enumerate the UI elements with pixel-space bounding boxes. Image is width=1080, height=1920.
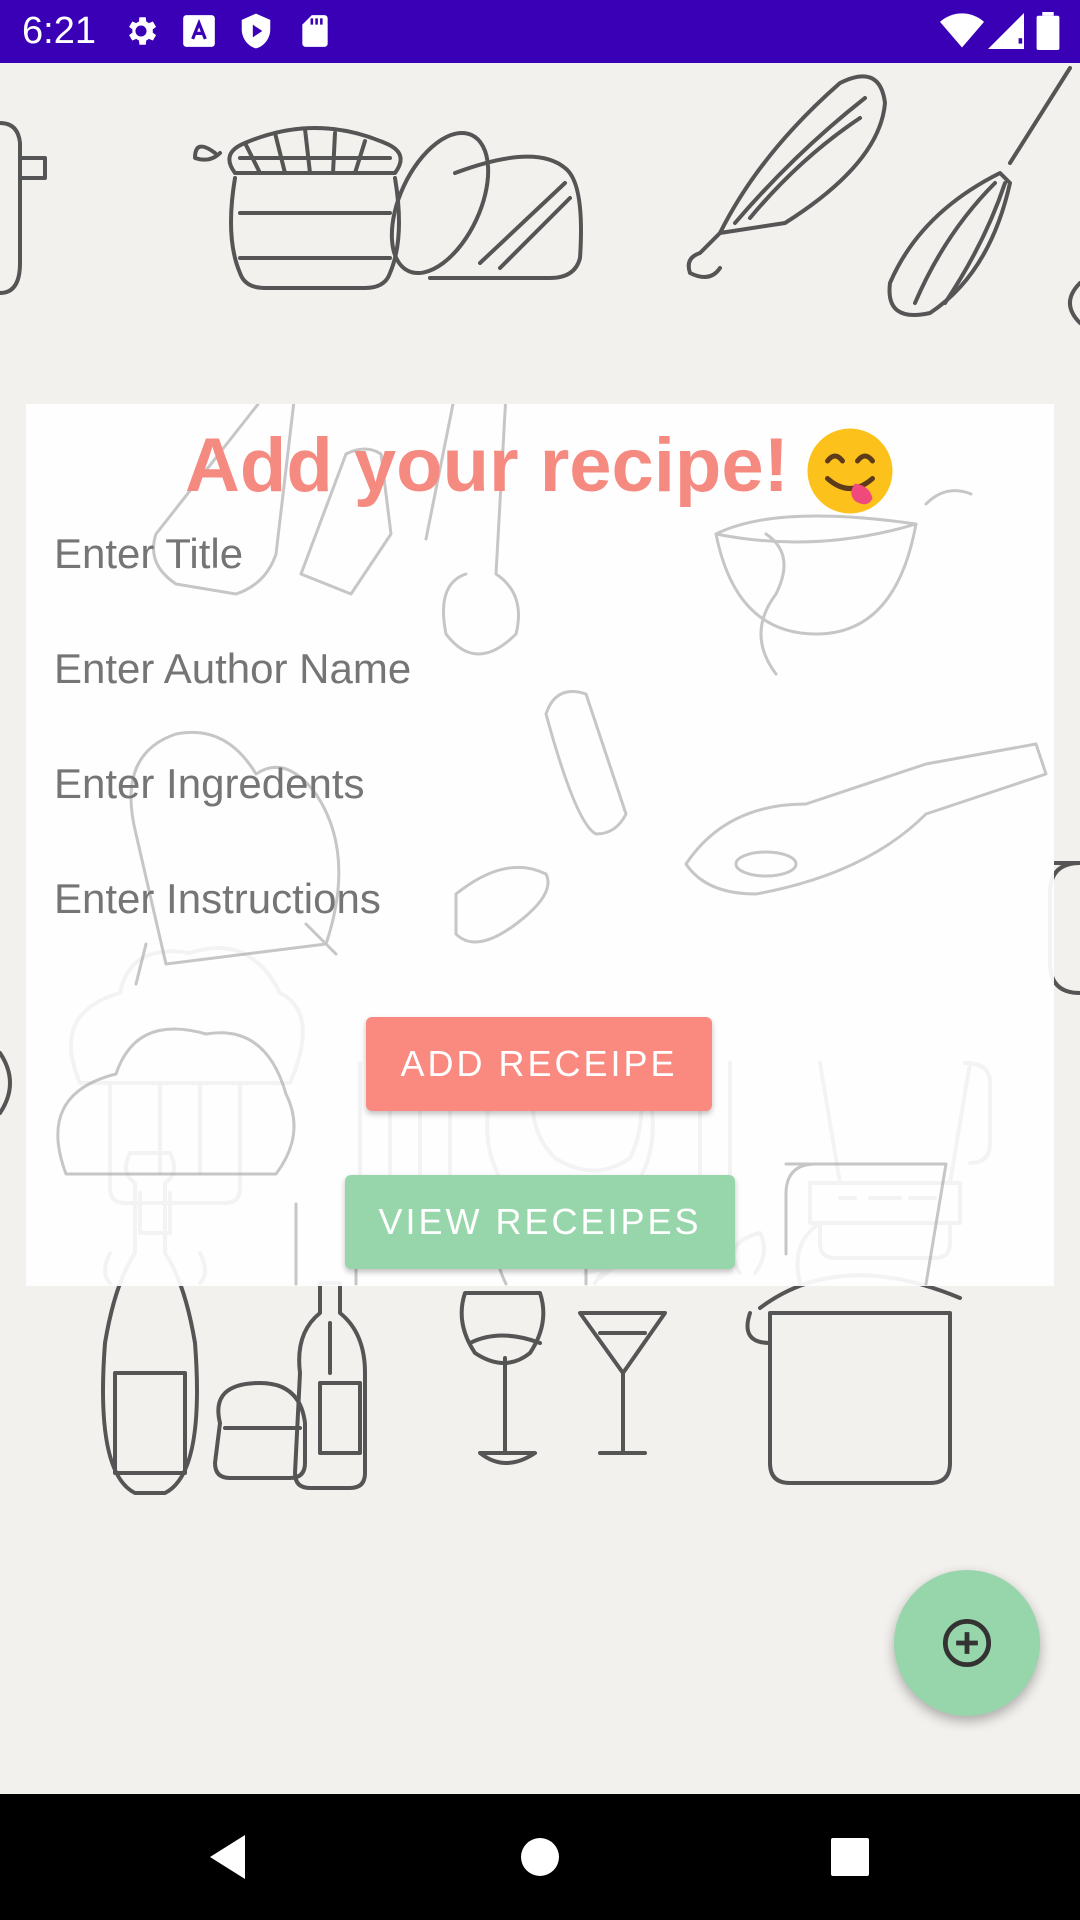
navigation-bar xyxy=(0,1794,1080,1920)
shield-play-icon xyxy=(241,13,271,49)
add-circle-icon xyxy=(942,1618,992,1668)
recipe-form-card: Add your recipe! ADD RECEIPE VIEW RECEIP… xyxy=(26,404,1054,1286)
title-input[interactable] xyxy=(52,508,1036,600)
home-icon[interactable] xyxy=(510,1794,570,1920)
wifi-icon xyxy=(940,13,984,48)
add-recipe-button[interactable]: ADD RECEIPE xyxy=(366,1017,712,1111)
back-icon[interactable] xyxy=(200,1794,260,1920)
gear-icon xyxy=(129,17,157,45)
font-a-icon xyxy=(183,15,215,47)
add-fab-button[interactable] xyxy=(894,1570,1040,1716)
page-title: Add your recipe! xyxy=(26,422,1054,516)
screen: 6:21 Add your recipe! Enter Title Enter … xyxy=(0,0,1080,1920)
ingredients-input[interactable] xyxy=(52,738,1036,830)
recents-icon[interactable] xyxy=(820,1794,880,1920)
yum-face-emoji-icon xyxy=(807,428,893,514)
signal-icon xyxy=(988,13,1024,49)
sd-card-icon xyxy=(302,15,328,47)
status-time: 6:21 xyxy=(22,10,96,52)
status-bar: 6:21 xyxy=(0,0,1080,63)
title-text: Add your recipe! xyxy=(185,423,789,508)
instructions-input[interactable] xyxy=(52,853,1036,945)
battery-icon xyxy=(1036,12,1060,50)
view-recipes-button[interactable]: VIEW RECEIPES xyxy=(345,1175,735,1269)
author-name-input[interactable] xyxy=(52,623,1036,715)
